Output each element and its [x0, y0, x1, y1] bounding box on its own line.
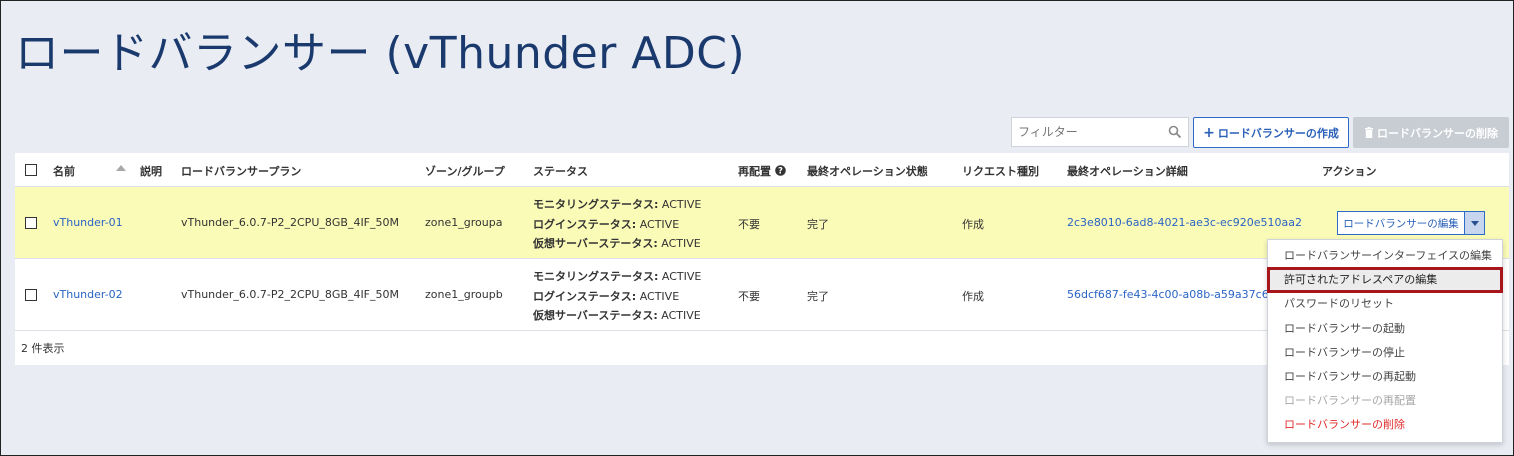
header-description: 説明	[140, 165, 162, 178]
sort-up-icon[interactable]	[116, 165, 126, 171]
menu-item-start[interactable]: ロードバランサーの起動	[1268, 317, 1502, 341]
filter-field[interactable]	[1011, 117, 1189, 147]
filter-input[interactable]	[1018, 125, 1168, 139]
monitoring-status-value: ACTIVE	[661, 270, 702, 283]
menu-item-redeploy: ロードバランサーの再配置	[1284, 394, 1416, 408]
create-load-balancer-button[interactable]: + ロードバランサーの作成	[1193, 117, 1349, 148]
lb-name-link[interactable]: vThunder-01	[53, 216, 123, 229]
row-count: 2 件表示	[21, 342, 65, 355]
menu-item-restart[interactable]: ロードバランサーの再起動	[1268, 365, 1502, 389]
menu-item-stop[interactable]: ロードバランサーの停止	[1268, 341, 1502, 365]
row-checkbox[interactable]	[25, 217, 37, 229]
zone-cell: zone1_groupa	[425, 216, 503, 229]
vserver-status-value: ACTIVE	[661, 309, 701, 322]
action-dropdown-toggle[interactable]	[1465, 211, 1485, 235]
header-zone: ゾーン/グループ	[425, 165, 505, 178]
vserver-status-label: 仮想サーバーステータス:	[533, 309, 658, 322]
login-status-value: ACTIVE	[639, 289, 680, 303]
login-status-label: ログインステータス:	[533, 289, 637, 303]
monitoring-status-label: モニタリングステータス:	[533, 198, 659, 211]
last-op-state-cell: 完了	[807, 290, 829, 303]
request-type-cell: 作成	[962, 290, 984, 303]
menu-item-edit-interface[interactable]: ロードバランサーインターフェイスの編集	[1268, 244, 1502, 268]
delete-load-balancer-button[interactable]: ロードバランサーの削除	[1353, 117, 1509, 148]
delete-button-label: ロードバランサーの削除	[1377, 126, 1498, 140]
lb-name-link[interactable]: vThunder-02	[53, 288, 123, 301]
redeploy-cell: 不要	[738, 290, 760, 303]
redeploy-cell: 不要	[738, 218, 760, 231]
status-cell: モニタリングステータス: ACTIVE ログインステータス: ACTIVE 仮想…	[533, 195, 701, 254]
select-all-checkbox[interactable]	[25, 164, 37, 176]
trash-icon	[1365, 127, 1373, 138]
header-redeploy-label: 再配置	[738, 165, 771, 178]
zone-cell: zone1_groupb	[425, 288, 503, 301]
table-header: 名前 説明 ロードバランサープラン ゾーン/グループ ステータス 再配置 ? 最…	[15, 153, 1509, 187]
search-icon	[1168, 125, 1182, 139]
vserver-status-label: 仮想サーバーステータス:	[533, 237, 658, 250]
login-status-label: ログインステータス:	[533, 217, 637, 231]
plan-cell: vThunder_6.0.7-P2_2CPU_8GB_4IF_50M	[181, 288, 399, 301]
action-button-group: ロードバランサーの編集	[1337, 211, 1485, 235]
header-action: アクション	[1322, 165, 1377, 178]
monitoring-status-value: ACTIVE	[661, 198, 702, 211]
row-checkbox[interactable]	[25, 289, 37, 301]
menu-item-reset-password[interactable]: パスワードのリセット	[1268, 292, 1502, 316]
monitoring-status-label: モニタリングステータス:	[533, 270, 659, 283]
help-icon[interactable]: ?	[775, 165, 786, 177]
header-last-op-state: 最終オペレーション状態	[807, 165, 928, 178]
plan-cell: vThunder_6.0.7-P2_2CPU_8GB_4IF_50M	[181, 216, 399, 229]
status-cell: モニタリングステータス: ACTIVE ログインステータス: ACTIVE 仮想…	[533, 267, 701, 326]
last-op-state-cell: 完了	[807, 218, 829, 231]
plus-icon: +	[1203, 124, 1215, 141]
page-title: ロードバランサー (vThunder ADC)	[15, 28, 746, 79]
last-op-detail-link[interactable]: 56dcf687-fe43-4c00-a08b-a59a37c65957	[1067, 288, 1297, 301]
create-button-label: ロードバランサーの作成	[1217, 126, 1339, 140]
header-redeploy: 再配置 ?	[738, 163, 786, 179]
svg-text:?: ?	[778, 167, 783, 176]
menu-item-edit-allowed-address-pairs[interactable]: 許可されたアドレスペアの編集	[1267, 267, 1503, 294]
vserver-status-value: ACTIVE	[661, 237, 701, 250]
last-op-detail-link[interactable]: 2c3e8010-6ad8-4021-ae3c-ec920e510aa2	[1067, 216, 1302, 229]
header-last-op-detail: 最終オペレーション詳細	[1067, 165, 1188, 178]
header-plan: ロードバランサープラン	[181, 165, 302, 178]
request-type-cell: 作成	[962, 218, 984, 231]
caret-down-icon	[1470, 220, 1479, 226]
header-status: ステータス	[533, 165, 588, 178]
action-dropdown-menu: ロードバランサーインターフェイスの編集 許可されたアドレスペアの編集 パスワード…	[1267, 239, 1503, 443]
header-request-type: リクエスト種別	[962, 165, 1039, 178]
edit-load-balancer-button[interactable]: ロードバランサーの編集	[1337, 211, 1465, 235]
header-name[interactable]: 名前	[53, 163, 75, 179]
login-status-value: ACTIVE	[639, 217, 680, 231]
menu-item-delete[interactable]: ロードバランサーの削除	[1268, 413, 1502, 437]
